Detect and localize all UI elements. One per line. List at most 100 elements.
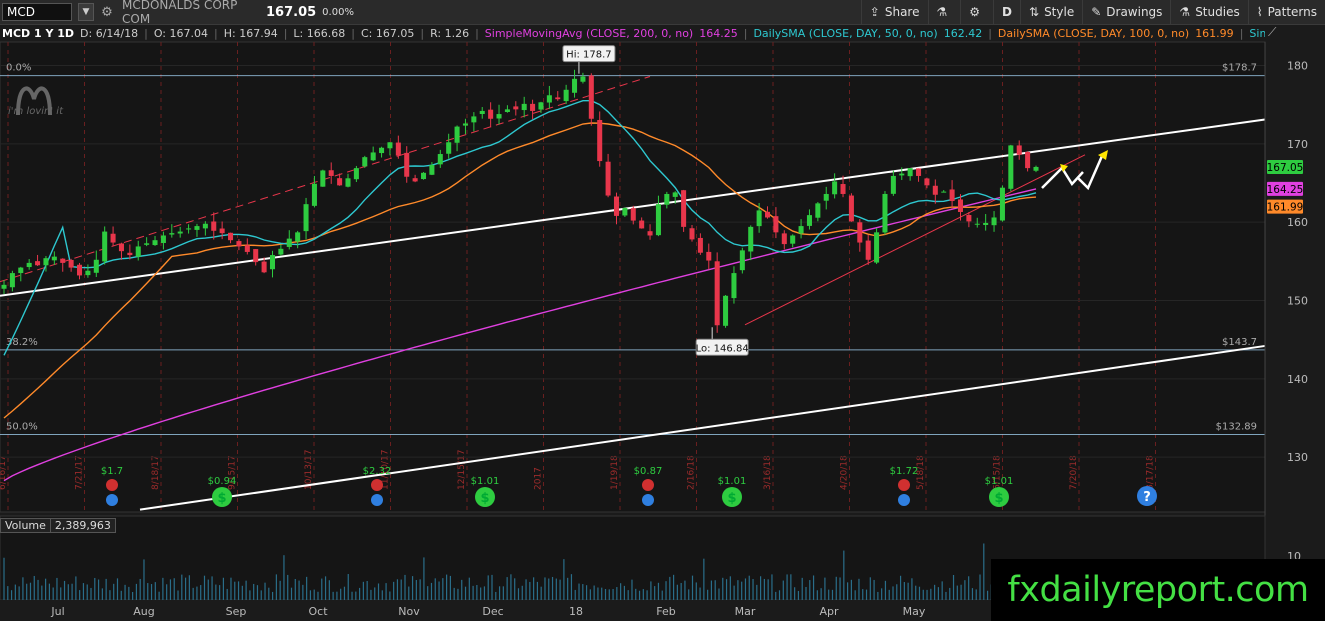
candle-body — [991, 217, 997, 226]
price-tick-label: 150 — [1287, 295, 1308, 308]
candle-body — [563, 89, 569, 102]
candle-body — [840, 184, 846, 194]
volume-header: Volume 2,389,963 — [0, 517, 116, 533]
candle-body — [848, 195, 854, 222]
candle-body — [874, 232, 880, 263]
candle-body — [496, 114, 502, 119]
candle-body — [68, 259, 74, 268]
candle-body — [269, 255, 276, 270]
price-chart[interactable]: 6/16/17 7/21/17 8/18/17 9/15/17 10/13/17 11/1… — [0, 0, 1325, 621]
price-tick-label: 180 — [1287, 60, 1308, 73]
candle-body — [152, 240, 158, 246]
candle-body — [823, 193, 829, 201]
candle-body — [118, 243, 124, 252]
candle-body — [949, 189, 955, 202]
candle-body — [672, 192, 678, 197]
candle-body — [35, 261, 41, 266]
candle-body — [983, 222, 989, 225]
event-value-label: $1.7 — [101, 466, 123, 477]
event-value-label: $0.94 — [208, 476, 237, 487]
candle-body — [639, 220, 645, 229]
callout-label: Hi: 178.7 — [566, 50, 611, 61]
candle-body — [144, 243, 150, 245]
candle-body — [513, 106, 519, 110]
candle-body — [580, 76, 586, 82]
candle-body — [60, 258, 66, 263]
candle-body — [957, 199, 964, 212]
date-label: 7/20/18 — [1069, 455, 1079, 490]
candle-body — [429, 164, 435, 175]
candle-body — [588, 75, 594, 119]
candle-body — [488, 109, 494, 119]
date-label: 1/19/18 — [610, 455, 620, 490]
dollar-glyph: $ — [217, 491, 226, 506]
candle-body — [1033, 166, 1039, 171]
candle-body — [135, 246, 141, 257]
candle-body — [102, 231, 108, 262]
candle-body — [916, 168, 922, 176]
candle-body — [932, 185, 938, 195]
fib-price-label: $132.89 — [1216, 422, 1257, 433]
candle-body — [345, 178, 351, 187]
month-label: Oct — [308, 605, 328, 618]
candle-body — [664, 193, 670, 205]
candle-body — [127, 252, 133, 256]
candle-body — [437, 154, 443, 165]
candle-body — [286, 238, 292, 247]
date-label: 4/20/18 — [840, 455, 850, 490]
candle-body — [18, 267, 24, 274]
price-tick-label: 170 — [1287, 138, 1308, 151]
event-value-label: $1.01 — [471, 476, 500, 487]
event-value-label: $1.01 — [985, 476, 1014, 487]
candle-body — [462, 123, 468, 126]
fib-percent-label: 50.0% — [6, 422, 38, 433]
date-label: 8/17/18 — [1146, 455, 1156, 490]
candle-body — [454, 126, 460, 143]
candle-body — [521, 103, 527, 111]
month-label: Sep — [226, 605, 247, 618]
candle-body — [748, 226, 754, 252]
candle-body — [538, 102, 544, 110]
candle-body — [337, 178, 343, 186]
candle-body — [781, 233, 787, 245]
candle-body — [202, 223, 208, 229]
candle-body — [832, 181, 838, 195]
candle-body — [194, 226, 200, 230]
candle-body — [295, 232, 301, 242]
candle-body — [966, 214, 972, 222]
month-label: 18 — [569, 605, 583, 618]
month-label: Apr — [819, 605, 839, 618]
date-label: 3/16/18 — [763, 455, 773, 490]
callout-label: Lo: 146.84 — [696, 343, 749, 354]
month-label: Mar — [735, 605, 756, 618]
candle-body — [43, 258, 49, 266]
candle-body — [169, 233, 175, 235]
event-value-label: $1.72 — [890, 466, 919, 477]
date-label: 6/16/17 — [0, 455, 8, 490]
price-tick-label: 130 — [1287, 451, 1308, 464]
candle-body — [244, 245, 250, 252]
volume-value: 2,389,963 — [50, 517, 116, 533]
candle-body — [622, 208, 628, 216]
candle-body — [504, 109, 510, 113]
grid: 6/16/17 7/21/17 8/18/17 9/15/17 10/13/17 11/1… — [0, 41, 1266, 513]
volume-label: Volume — [0, 517, 51, 533]
conference-icon — [898, 494, 910, 506]
candle-body — [412, 178, 418, 182]
candle-body — [446, 142, 452, 154]
event-value-label: $1.01 — [718, 476, 747, 487]
earnings-icon — [898, 479, 910, 491]
candle-body — [706, 251, 712, 261]
candle-body — [1016, 145, 1022, 155]
candle-body — [806, 215, 812, 226]
candle-body — [177, 231, 183, 234]
candle-body — [353, 168, 359, 180]
month-label: May — [903, 605, 926, 618]
candle-body — [597, 119, 603, 162]
dollar-glyph: $ — [480, 491, 489, 506]
candle-body — [228, 232, 234, 241]
candle-body — [261, 261, 267, 273]
candle-body — [253, 249, 259, 263]
conference-icon — [106, 494, 118, 506]
candle-body — [924, 178, 930, 186]
